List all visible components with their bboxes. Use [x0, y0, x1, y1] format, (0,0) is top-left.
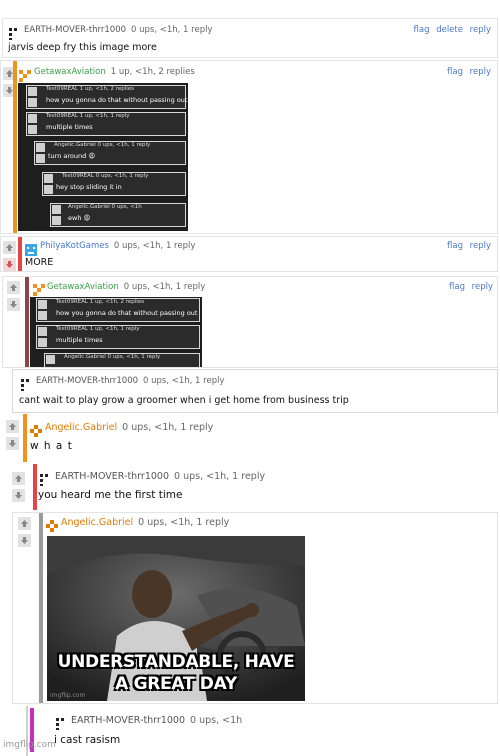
- comment-4: EARTH-MOVER-thrr1000 0 ups, <1h, 1 reply…: [12, 369, 498, 413]
- username[interactable]: EARTH-MOVER-thrr1000: [36, 376, 138, 386]
- comment-meta: 0 ups, <1h, 1 reply: [122, 422, 214, 433]
- avatar-dots-icon: [9, 25, 21, 40]
- thread-bar: [33, 464, 37, 510]
- downvote-button[interactable]: [18, 534, 31, 547]
- comment-text: cant wait to play grow a groomer when i …: [19, 395, 349, 406]
- embedded-meta: Test09REAL 1 up, <1h, 1 reply: [46, 113, 130, 119]
- comment-5: Angelic.Gabriel 0 ups, <1h, 1 reply w h …: [0, 414, 498, 462]
- comment-meta: 0 ups, <1h, 1 reply: [174, 471, 266, 482]
- thread-bar: [23, 414, 27, 462]
- delete-link[interactable]: delete: [436, 25, 463, 35]
- username[interactable]: EARTH-MOVER-thrr1000: [55, 471, 169, 482]
- embedded-text: ewh 😩: [68, 214, 91, 222]
- upvote-button[interactable]: [18, 517, 31, 530]
- comment-2: PhilyaKotGames 0 ups, <1h, 1 reply flag …: [0, 236, 498, 272]
- comment-3: GetawaxAviation 0 ups, <1h, 1 reply flag…: [2, 276, 498, 368]
- username[interactable]: EARTH-MOVER-thrr1000: [71, 715, 185, 726]
- avatar-pixel-icon: [33, 281, 45, 296]
- downvote-button[interactable]: [7, 298, 20, 311]
- comment-meta: 0 ups, <1h, 1 reply: [143, 376, 225, 386]
- reply-link[interactable]: reply: [470, 241, 491, 251]
- upvote-button[interactable]: [3, 241, 16, 254]
- comment-text: you heard me the first time: [38, 489, 183, 501]
- comment-meta: 0 ups, <1h, 1 reply: [123, 282, 206, 292]
- embedded-text: how you gonna do that without passing ou…: [56, 309, 198, 317]
- embedded-meta: Test09REAL 1 up, <1h, 1 reply: [56, 326, 140, 332]
- comment-0: EARTH-MOVER-thrr1000 0 ups, <1h, 1 reply…: [2, 18, 498, 58]
- downvote-button[interactable]: [3, 258, 16, 271]
- avatar-pixel-icon: [46, 517, 58, 532]
- thread-bar: [13, 61, 17, 233]
- flag-link[interactable]: flag: [449, 282, 465, 292]
- embedded-meta: Angelic.Gabriel 0 ups, <1h: [68, 204, 142, 210]
- avatar-pixel-icon: [30, 422, 42, 437]
- comment-meta: 0 ups, <1h, 1 reply: [138, 517, 230, 528]
- username[interactable]: Angelic.Gabriel: [45, 422, 117, 433]
- embedded-meta: Test09REAL 0 ups, <1h, 1 reply: [62, 173, 149, 179]
- comment-meta: 0 ups, <1h, 1 reply: [131, 25, 213, 35]
- flag-link[interactable]: flag: [447, 67, 463, 77]
- avatar-pixel-icon: [25, 241, 37, 256]
- upvote-button[interactable]: [7, 281, 20, 294]
- meme-caption-line-1: UNDERSTANDABLE, HAVE: [57, 652, 295, 672]
- reply-link[interactable]: reply: [470, 67, 491, 77]
- username[interactable]: PhilyaKotGames: [40, 241, 109, 251]
- embedded-meta: Test09REAL 1 up, <1h, 2 replies: [56, 299, 145, 305]
- comment-meta: 0 ups, <1h, 1 reply: [113, 241, 196, 251]
- embedded-text: turn around 😩: [48, 152, 96, 160]
- flag-link[interactable]: flag: [414, 25, 430, 35]
- thread-bar: [25, 277, 29, 367]
- username[interactable]: GetawaxAviation: [47, 282, 119, 292]
- avatar-dots-icon: [56, 715, 68, 730]
- comment-text: jarvis deep fry this image more: [8, 42, 157, 53]
- embedded-text: hey stop sliding it in: [56, 183, 122, 191]
- embedded-meta: Angelic.Gabriel 0 ups, <1h, 1 reply: [54, 142, 151, 148]
- comment-7: Angelic.Gabriel 0 ups, <1h, 1 reply UNDE…: [12, 512, 498, 704]
- comment-text: MORE: [25, 257, 54, 268]
- meme-caption-line-2: A GREAT DAY: [115, 674, 237, 694]
- username[interactable]: EARTH-MOVER-thrr1000: [24, 25, 126, 35]
- embedded-screenshot: Test09REAL 1 up, <1h, 2 replies how you …: [18, 83, 188, 231]
- comment-text: i cast rasism: [54, 734, 121, 746]
- avatar-dots-icon: [40, 471, 52, 486]
- reply-link[interactable]: reply: [470, 25, 491, 35]
- avatar-pixel-icon: [19, 67, 31, 82]
- upvote-button[interactable]: [12, 472, 25, 485]
- reply-link[interactable]: reply: [472, 282, 493, 292]
- flag-link[interactable]: flag: [447, 241, 463, 251]
- comment-meta: 0 ups, <1h: [190, 715, 243, 726]
- meme-watermark: imgflip.com: [50, 692, 86, 699]
- page-watermark: imgflip.com: [3, 740, 56, 750]
- thread-bar: [18, 237, 22, 271]
- username[interactable]: Angelic.Gabriel: [61, 517, 133, 528]
- downvote-button[interactable]: [12, 489, 25, 502]
- embedded-text: how you gonna do that without passing ou…: [46, 96, 188, 104]
- avatar-dots-icon: [21, 376, 33, 391]
- comment-8: EARTH-MOVER-thrr1000 0 ups, <1h i cast r…: [0, 706, 498, 756]
- downvote-button[interactable]: [6, 437, 19, 450]
- meme-image[interactable]: UNDERSTANDABLE, HAVE A GREAT DAY imgflip…: [47, 536, 305, 701]
- username[interactable]: GetawaxAviation: [34, 67, 106, 77]
- upvote-button[interactable]: [6, 420, 19, 433]
- embedded-screenshot: Test09REAL 1 up, <1h, 2 replies how you …: [30, 297, 202, 367]
- comment-text: w h a t: [30, 440, 73, 452]
- embedded-meta: Angelic.Gabriel 0 ups, <1h, 1 reply: [64, 354, 161, 360]
- embedded-text: multiple times: [56, 336, 103, 344]
- embedded-meta: Test09REAL 1 up, <1h, 2 replies: [46, 86, 135, 92]
- comment-1: GetawaxAviation 1 up, <1h, 2 replies fla…: [0, 60, 498, 234]
- comment-meta: 1 up, <1h, 2 replies: [110, 67, 195, 77]
- embedded-text: multiple times: [46, 123, 93, 131]
- thread-bar: [39, 513, 43, 703]
- comment-6: EARTH-MOVER-thrr1000 0 ups, <1h, 1 reply…: [0, 464, 498, 510]
